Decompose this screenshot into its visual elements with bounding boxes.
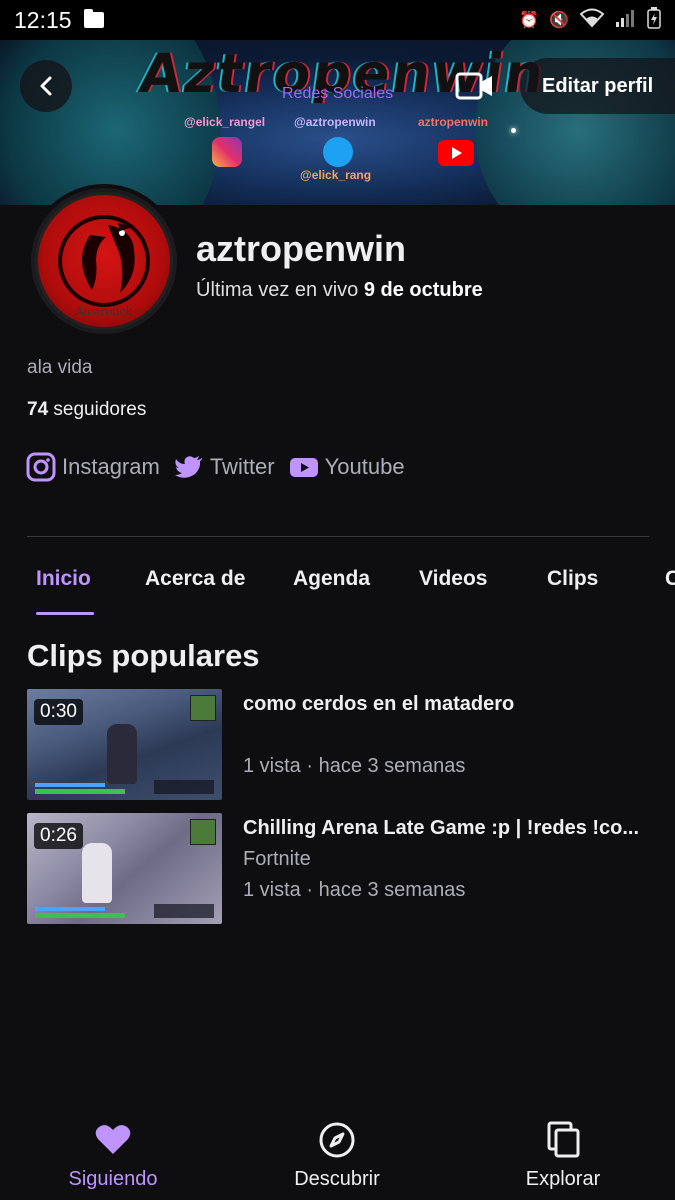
nav-label: Descubrir — [294, 1168, 380, 1190]
video-camera-icon — [455, 72, 492, 100]
banner-handle: aztropenwin — [418, 115, 489, 129]
social-link-youtube[interactable]: Youtube — [289, 452, 405, 482]
nav-descubrir[interactable]: Descubrir — [257, 1110, 417, 1200]
section-title: Clips populares — [27, 638, 260, 673]
avatar-image: Aastrolick — [35, 192, 173, 330]
wifi-icon — [579, 8, 605, 33]
browse-icon — [543, 1120, 583, 1160]
thumbnail-figure — [107, 724, 137, 784]
nav-label: Siguiendo — [68, 1168, 158, 1190]
thumbnail-inventory — [154, 780, 214, 794]
thumbnail-shield-bar — [35, 783, 105, 787]
channel-bio: ala vida — [27, 357, 93, 378]
folder-icon — [83, 9, 104, 28]
thumbnail-minimap — [190, 819, 216, 845]
tab-overflow[interactable]: C — [665, 567, 675, 591]
tab-agenda[interactable]: Agenda — [293, 567, 370, 591]
clip-meta: 1 vista · hace 3 semanas — [243, 755, 466, 777]
youtube-icon — [289, 452, 319, 482]
channel-name: aztropenwin — [196, 228, 407, 269]
divider — [27, 536, 649, 537]
active-tab-indicator — [36, 612, 94, 615]
clip-item[interactable]: 0:26 Chilling Arena Late Game :p | !rede… — [27, 813, 657, 925]
edit-profile-button[interactable]: Editar perfil — [520, 58, 675, 114]
tab-inicio[interactable]: Inicio — [36, 567, 91, 591]
camera-button[interactable] — [455, 70, 495, 102]
nav-siguiendo[interactable]: Siguiendo — [33, 1110, 193, 1200]
thumbnail-inventory — [154, 904, 214, 918]
bottom-navigation: Siguiendo Descubrir Explorar — [0, 1110, 675, 1200]
last-live: Última vez en vivo 9 de octubre — [196, 279, 483, 302]
status-icons: ⏰ 🔇 — [519, 6, 661, 34]
avatar[interactable]: Aastrolick — [27, 184, 181, 338]
banner-handle: @elick_rang — [300, 168, 372, 182]
nav-label: Explorar — [525, 1168, 601, 1190]
clip-duration: 0:26 — [34, 823, 83, 849]
social-link-label: Youtube — [324, 454, 405, 479]
followers-count: 74 seguidores — [27, 399, 146, 421]
social-link-label: Instagram — [62, 454, 160, 479]
tab-acerca-de[interactable]: Acerca de — [145, 567, 245, 591]
social-link-instagram[interactable]: Instagram — [26, 452, 160, 482]
nav-explorar[interactable]: Explorar — [483, 1110, 643, 1200]
clip-item[interactable]: 0:30 como cerdos en el matadero 1 vista … — [27, 689, 657, 801]
clip-title[interactable]: Chilling Arena Late Game :p | !redes !co… — [243, 817, 639, 840]
social-link-label: Twitter — [209, 454, 275, 479]
banner-star — [511, 128, 516, 133]
battery-icon — [647, 6, 661, 34]
clip-game[interactable]: Fortnite — [243, 848, 311, 871]
status-bar: 12:15 ⏰ 🔇 — [0, 0, 675, 40]
twitter-icon — [174, 452, 204, 482]
chevron-left-icon — [40, 76, 52, 96]
signal-icon — [615, 8, 637, 33]
social-link-twitter[interactable]: Twitter — [174, 452, 275, 482]
mute-icon: 🔇 — [549, 12, 569, 29]
clip-meta: 1 vista · hace 3 semanas — [243, 879, 466, 901]
followers-label: seguidores — [48, 399, 147, 420]
status-time: 12:15 — [14, 6, 72, 33]
thumbnail-health-bar — [35, 913, 125, 918]
clip-thumbnail[interactable]: 0:30 — [27, 689, 222, 800]
banner-handle: @elick_rangel — [184, 115, 266, 129]
clip-thumbnail[interactable]: 0:26 — [27, 813, 222, 924]
banner-redes-label: Redes Sociales — [282, 85, 394, 102]
clip-duration: 0:30 — [34, 699, 83, 725]
banner-instagram-icon — [212, 137, 242, 167]
heart-icon — [93, 1120, 133, 1160]
instagram-icon — [26, 452, 56, 482]
clip-title[interactable]: como cerdos en el matadero — [243, 693, 514, 716]
banner-twitter-icon — [323, 137, 353, 167]
last-live-prefix: Última vez en vivo — [196, 279, 364, 301]
avatar-text: Aastrolick — [75, 305, 133, 318]
social-links: Instagram Twitter Youtube — [26, 452, 419, 482]
thumbnail-minimap — [190, 695, 216, 721]
tab-videos[interactable]: Videos — [419, 567, 487, 591]
back-button[interactable] — [20, 60, 72, 112]
thumbnail-figure — [82, 843, 112, 903]
alarm-icon: ⏰ — [519, 12, 540, 29]
tab-clips[interactable]: Clips — [547, 567, 598, 591]
banner-youtube-icon — [438, 140, 474, 166]
banner-handle: @aztropenwin — [294, 115, 376, 129]
followers-number: 74 — [27, 399, 49, 420]
thumbnail-shield-bar — [35, 907, 105, 911]
thumbnail-health-bar — [35, 789, 125, 794]
channel-tabs: Inicio Acerca de Agenda Videos Clips C — [0, 555, 675, 617]
compass-icon — [317, 1120, 357, 1160]
last-live-date: 9 de octubre — [363, 279, 483, 301]
